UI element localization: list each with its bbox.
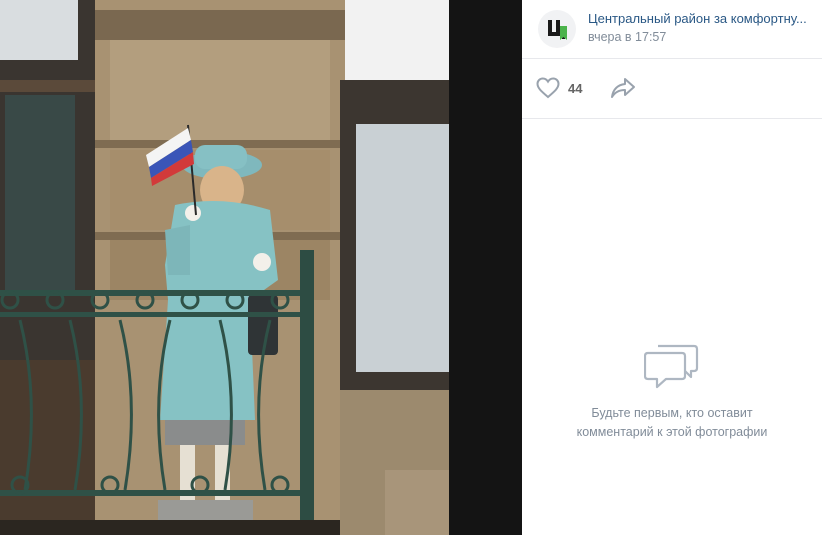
share-button[interactable] xyxy=(610,77,636,99)
post-time[interactable]: вчера в 17:57 xyxy=(588,30,666,44)
post-actions: 44 xyxy=(522,59,822,119)
like-count: 44 xyxy=(568,80,583,96)
comment-bubbles-icon xyxy=(644,344,699,389)
empty-comments-text: Будьте первым, кто оставит комментарий к… xyxy=(576,406,768,439)
photo-viewer xyxy=(0,0,522,535)
heart-icon xyxy=(536,77,560,99)
photo[interactable] xyxy=(0,0,449,535)
author-link[interactable]: Центральный район за комфортну... xyxy=(588,11,814,26)
post-header: Центральный район за комфортну... вчера … xyxy=(522,0,822,59)
viewer-gutter xyxy=(449,0,522,535)
share-arrow-icon xyxy=(611,78,635,98)
side-panel: Центральный район за комфортну... вчера … xyxy=(522,0,822,535)
avatar[interactable] xyxy=(538,10,576,48)
empty-comments: Будьте первым, кто оставит комментарий к… xyxy=(522,340,822,442)
community-logo-icon xyxy=(548,20,567,40)
like-button[interactable]: 44 xyxy=(536,76,582,100)
